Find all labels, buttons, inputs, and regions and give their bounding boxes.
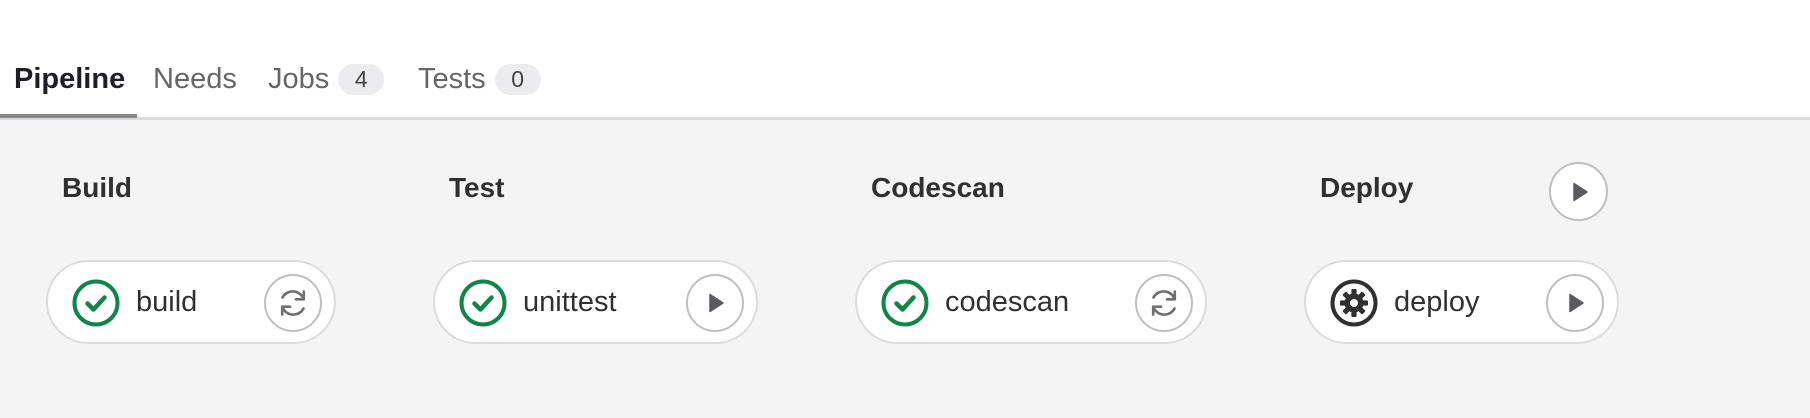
retry-icon: [1147, 286, 1181, 320]
tab-jobs-label: Jobs: [268, 62, 330, 95]
tab-tests[interactable]: Tests 0: [418, 55, 541, 103]
stage-title-test: Test: [449, 172, 505, 203]
job-unittest[interactable]: unittest: [433, 260, 758, 344]
job-build[interactable]: build: [46, 260, 336, 344]
job-deploy[interactable]: deploy: [1304, 260, 1619, 344]
gear-icon: [1330, 279, 1378, 327]
job-name: unittest: [523, 286, 617, 318]
tab-jobs[interactable]: Jobs 4: [268, 55, 385, 103]
tab-pipeline-label: Pipeline: [14, 62, 126, 95]
stage-title-deploy: Deploy: [1320, 172, 1414, 203]
jobs-count-badge: 4: [338, 63, 385, 95]
play-button[interactable]: [1546, 274, 1604, 332]
play-icon: [1567, 180, 1591, 204]
check-circle-icon: [459, 279, 507, 327]
active-tab-indicator: [0, 114, 137, 118]
job-name: deploy: [1394, 286, 1480, 318]
job-name: build: [136, 286, 198, 318]
retry-icon: [276, 286, 310, 320]
pipeline-tabs: Pipeline Needs Jobs 4 Tests 0: [0, 0, 1810, 120]
job-name: codescan: [945, 286, 1070, 318]
play-icon: [1563, 291, 1587, 315]
check-circle-icon: [881, 279, 929, 327]
stage-title-codescan: Codescan: [871, 172, 1005, 203]
retry-button[interactable]: [1135, 274, 1193, 332]
tab-tests-label: Tests: [418, 62, 486, 95]
play-stage-button[interactable]: [1549, 162, 1608, 221]
job-codescan[interactable]: codescan: [855, 260, 1207, 344]
tab-needs-label: Needs: [153, 62, 237, 95]
tab-needs[interactable]: Needs: [153, 55, 237, 103]
play-icon: [703, 291, 727, 315]
tests-count-badge: 0: [494, 63, 541, 95]
tab-pipeline[interactable]: Pipeline: [14, 55, 125, 103]
check-circle-icon: [72, 279, 120, 327]
stage-title-build: Build: [62, 172, 132, 203]
retry-button[interactable]: [264, 274, 322, 332]
play-button[interactable]: [686, 274, 744, 332]
